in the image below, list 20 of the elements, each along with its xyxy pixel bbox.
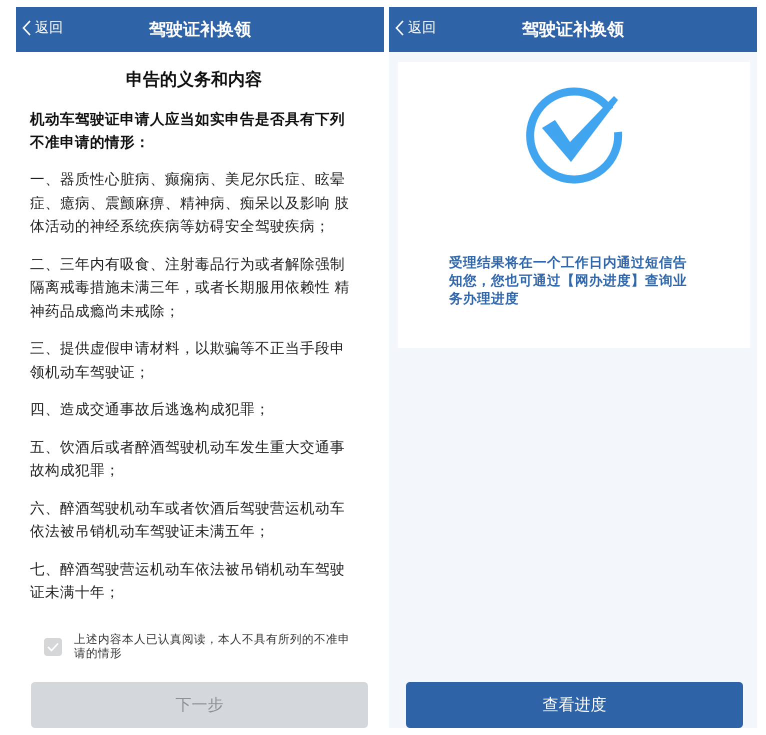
agreement-text: 上述内容本人已认真阅读，本人不具有所列的不准申请的情形 bbox=[74, 632, 351, 660]
agree-checkbox[interactable] bbox=[44, 638, 62, 656]
section-heading: 申告的义务和内容 bbox=[125, 69, 263, 91]
view-progress-button[interactable]: 查看进度 bbox=[406, 682, 743, 728]
condition-text: 七、醉酒驾驶营运机动车依法被吊销机动车驾驶证未满十年； bbox=[30, 560, 346, 603]
condition-text: 五、饮酒后或者醉酒驾驶机动车发生重大交通事故构成犯罪； bbox=[30, 438, 346, 481]
condition-text: 二、三年内有吸食、注射毒品行为或者解除强制隔离戒毒措施未满三年，或者长期服用依赖性 精神药品成瘾尚未戒除； bbox=[30, 256, 351, 322]
condition-text: 一、器质性心脏病、癫痫病、美尼尔氏症、眩晕症、癔病、震颤麻痹、精神病、痴呆以及影响 肢体活动的神经系统疾病等妨碍安全驾驶疾病； bbox=[30, 170, 351, 237]
intro-text: 机动车驾驶证申请人应当如实申告是否具有下列不准申请的情形： bbox=[30, 110, 346, 153]
screen-title: 驾驶证补换领 bbox=[149, 19, 251, 41]
back-button[interactable]: 返回 bbox=[22, 19, 63, 37]
back-chevron-icon bbox=[395, 20, 404, 36]
back-chevron-icon bbox=[22, 20, 31, 36]
result-message: 受理结果将在一个工作日内通过短信告知您，您也可通过【网办进度】查询业务办理进度 bbox=[449, 254, 688, 308]
back-button[interactable]: 返回 bbox=[395, 19, 436, 37]
condition-text: 三、提供虚假申请材料，以欺骗等不正当手段申领机动车驾驶证； bbox=[30, 340, 346, 382]
screen-title: 驾驶证补换领 bbox=[522, 19, 624, 41]
tick-icon bbox=[47, 642, 59, 652]
condition-text: 六、醉酒驾驶机动车或者饮酒后驾驶营运机动车依法被吊销机动车驾驶证未满五年； bbox=[30, 500, 346, 542]
condition-text: 四、造成交通事故后逃逸构成犯罪； bbox=[30, 400, 271, 420]
